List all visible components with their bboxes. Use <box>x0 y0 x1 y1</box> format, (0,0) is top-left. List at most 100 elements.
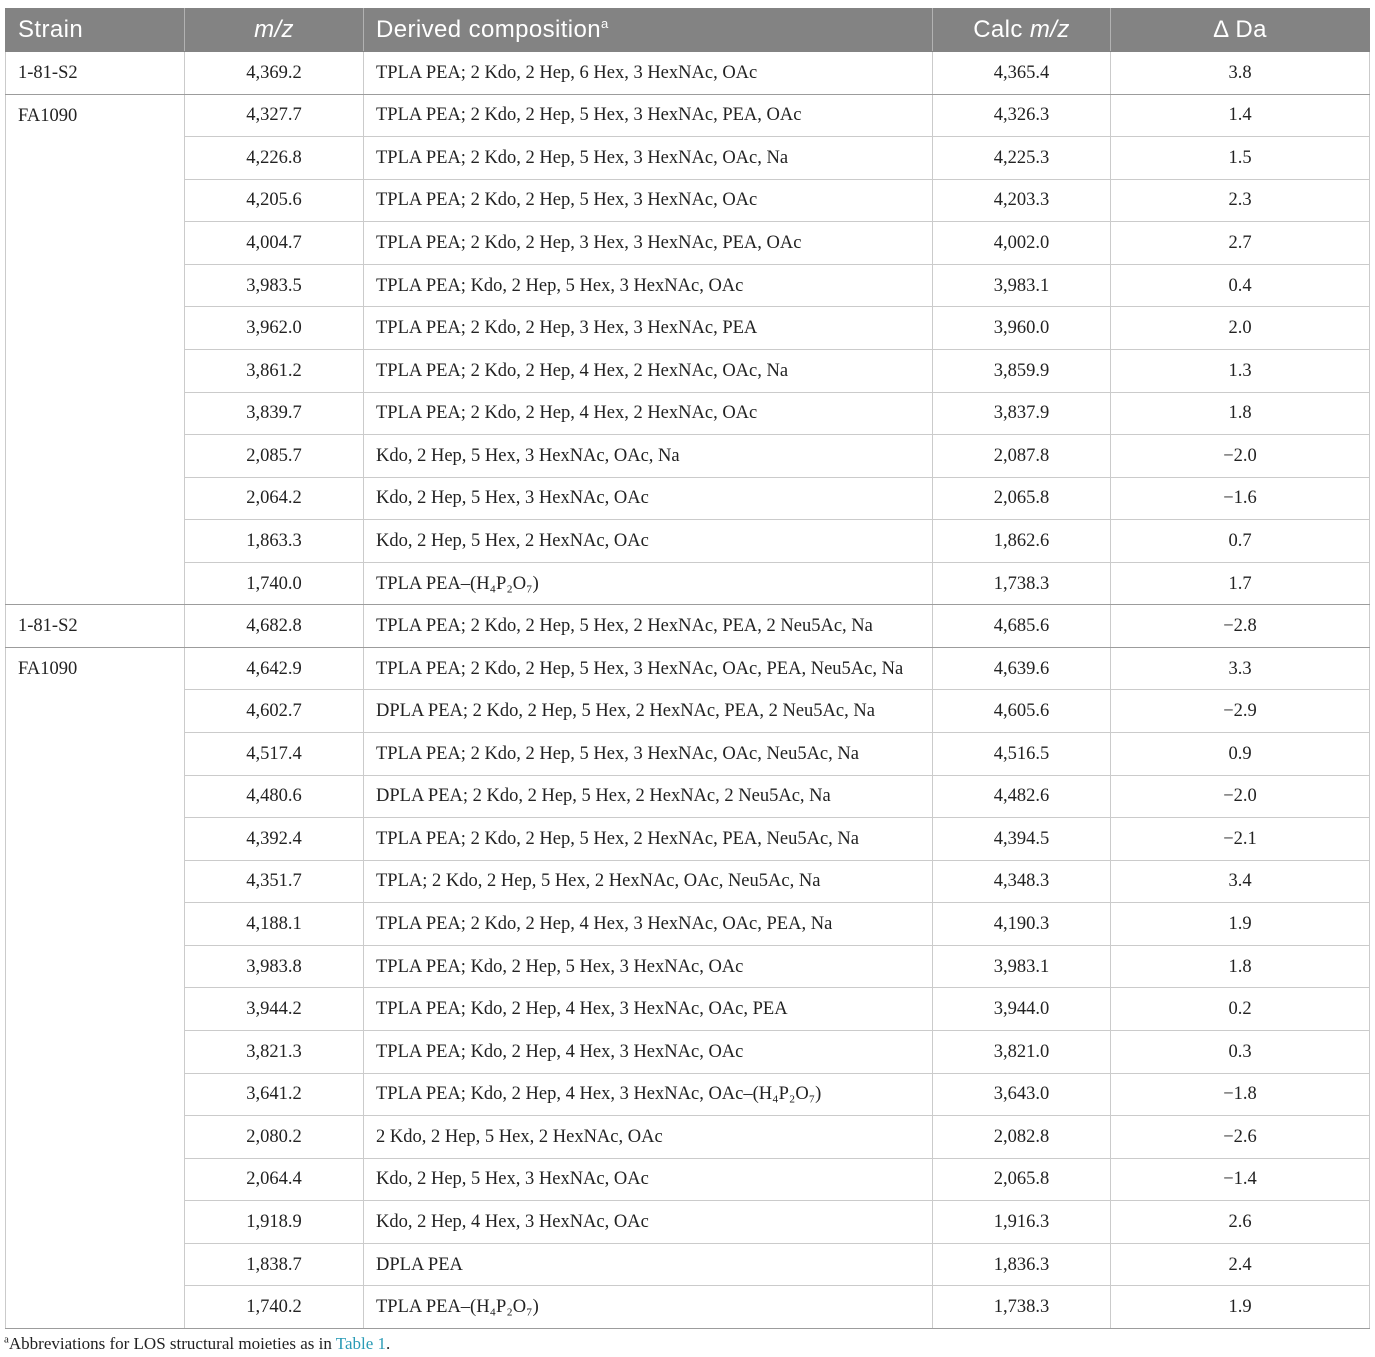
calc-mz-cell: 3,983.1 <box>932 944 1111 989</box>
mz-cell: 3,944.2 <box>184 987 364 1031</box>
header-mz: m/z <box>184 8 364 52</box>
mz-cell: 3,962.0 <box>184 306 364 350</box>
calc-mz-cell: 2,065.8 <box>932 476 1111 521</box>
delta-da-cell: 0.4 <box>1110 263 1370 308</box>
composition-cell: TPLA PEA; 2 Kdo, 2 Hep, 4 Hex, 3 HexNAc,… <box>363 902 933 946</box>
mz-cell: 2,064.4 <box>184 1157 364 1202</box>
table-row: 3,641.2 TPLA PEA; Kdo, 2 Hep, 4 Hex, 3 He… <box>6 1072 1370 1117</box>
table-row: 4,480.6 DPLA PEA; 2 Kdo, 2 Hep, 5 Hex, 2 … <box>6 774 1370 819</box>
composition-cell: TPLA PEA–(H₄P₂O₇) <box>363 561 933 606</box>
delta-da-cell: 0.2 <box>1110 987 1370 1031</box>
delta-da-cell: −1.6 <box>1110 476 1370 521</box>
header-composition-label: Derived composition <box>376 16 602 43</box>
calc-mz-cell: 1,916.3 <box>932 1200 1111 1244</box>
table-row: 4,602.7 DPLA PEA; 2 Kdo, 2 Hep, 5 Hex, 2 … <box>6 689 1370 733</box>
mz-cell: 1,863.3 <box>184 519 364 563</box>
table-row: 3,861.2 TPLA PEA; 2 Kdo, 2 Hep, 4 Hex, 2 … <box>6 348 1370 393</box>
composition-cell: TPLA PEA; 2 Kdo, 2 Hep, 6 Hex, 3 HexNAc,… <box>363 51 933 95</box>
table-row: 2,064.4 Kdo, 2 Hep, 5 Hex, 3 HexNAc, OAc 2… <box>6 1157 1370 1202</box>
calc-mz-cell: 4,326.3 <box>932 93 1111 138</box>
header-composition: Derived compositiona <box>363 8 933 52</box>
mz-cell: 4,188.1 <box>184 902 364 946</box>
delta-da-cell: 1.3 <box>1110 348 1370 393</box>
composition-cell: TPLA PEA; Kdo, 2 Hep, 5 Hex, 3 HexNAc, O… <box>363 263 933 308</box>
calc-mz-cell: 2,082.8 <box>932 1115 1111 1159</box>
table-row: FA1090 4,642.9 TPLA PEA; 2 Kdo, 2 Hep, 5 H… <box>5 646 1370 1329</box>
calc-mz-cell: 1,836.3 <box>932 1242 1111 1287</box>
composition-cell: Kdo, 2 Hep, 5 Hex, 3 HexNAc, OAc <box>363 476 933 521</box>
table-row: 3,821.3 TPLA PEA; Kdo, 2 Hep, 4 Hex, 3 He… <box>6 1029 1370 1074</box>
header-mz-label: m/z <box>254 16 294 43</box>
delta-da-cell: 1.9 <box>1110 1285 1370 1329</box>
delta-da-cell: 1.4 <box>1110 93 1370 138</box>
composition-cell: TPLA PEA; 2 Kdo, 2 Hep, 4 Hex, 2 HexNAc,… <box>363 348 933 393</box>
table-1-link[interactable]: Table 1 <box>336 1334 386 1353</box>
mz-cell: 3,983.5 <box>184 263 364 308</box>
footnote-text: Abbreviations for LOS structural moietie… <box>8 1334 336 1353</box>
delta-da-cell: −2.1 <box>1110 817 1370 861</box>
calc-mz-cell: 4,365.4 <box>932 51 1111 95</box>
mz-cell: 1,740.2 <box>184 1285 364 1329</box>
table-row: 1,863.3 Kdo, 2 Hep, 5 Hex, 2 HexNAc, OAc 1… <box>6 519 1370 563</box>
table-row: 3,983.8 TPLA PEA; Kdo, 2 Hep, 5 Hex, 3 He… <box>6 944 1370 989</box>
composition-cell: TPLA PEA; 2 Kdo, 2 Hep, 5 Hex, 3 HexNAc,… <box>363 646 933 691</box>
delta-da-cell: −1.8 <box>1110 1072 1370 1117</box>
composition-cell: TPLA PEA; Kdo, 2 Hep, 4 Hex, 3 HexNAc, O… <box>363 1072 933 1117</box>
calc-mz-cell: 4,482.6 <box>932 774 1111 819</box>
composition-cell: TPLA PEA; 2 Kdo, 2 Hep, 5 Hex, 3 HexNAc,… <box>363 93 933 138</box>
header-calc-mz: Calc m/z <box>932 8 1111 52</box>
mz-cell: 3,861.2 <box>184 348 364 393</box>
mz-cell: 1,838.7 <box>184 1242 364 1287</box>
header-delta-da-label: Δ Da <box>1213 16 1267 43</box>
delta-da-cell: 2.0 <box>1110 306 1370 350</box>
mz-cell: 2,085.7 <box>184 434 364 478</box>
delta-da-cell: 0.7 <box>1110 519 1370 563</box>
calc-mz-cell: 2,087.8 <box>932 434 1111 478</box>
delta-da-cell: 3.4 <box>1110 859 1370 904</box>
table-row: 3,983.5 TPLA PEA; Kdo, 2 Hep, 5 Hex, 3 He… <box>6 263 1370 308</box>
strain-cell: 1-81-S2 <box>5 604 185 648</box>
mz-cell: 1,918.9 <box>184 1200 364 1244</box>
mz-cell: 2,080.2 <box>184 1115 364 1159</box>
delta-da-cell: −2.0 <box>1110 774 1370 819</box>
composition-cell: TPLA PEA; 2 Kdo, 2 Hep, 5 Hex, 2 HexNAc,… <box>363 604 933 648</box>
delta-da-cell: 1.8 <box>1110 944 1370 989</box>
composition-cell: Kdo, 2 Hep, 5 Hex, 3 HexNAc, OAc <box>363 1157 933 1202</box>
calc-mz-cell: 3,837.9 <box>932 391 1111 436</box>
delta-da-cell: 2.4 <box>1110 1242 1370 1287</box>
mz-cell: 4,682.8 <box>184 604 364 648</box>
calc-mz-cell: 2,065.8 <box>932 1157 1111 1202</box>
calc-mz-cell: 3,643.0 <box>932 1072 1111 1117</box>
table-row: 4,004.7 TPLA PEA; 2 Kdo, 2 Hep, 3 Hex, 3 … <box>6 221 1370 265</box>
header-row: Strain m/z Derived compositiona Calc m/z… <box>5 8 1370 52</box>
table-row: 1,838.7 DPLA PEA 1,836.3 2.4 <box>6 1242 1370 1287</box>
header-calc-prefix: Calc <box>973 16 1023 43</box>
delta-da-cell: −2.8 <box>1110 604 1370 648</box>
header-calc-mz-label: m/z <box>1029 16 1070 43</box>
calc-mz-cell: 4,348.3 <box>932 859 1111 904</box>
composition-cell: Kdo, 2 Hep, 5 Hex, 3 HexNAc, OAc, Na <box>363 434 933 478</box>
delta-da-cell: 0.9 <box>1110 732 1370 776</box>
table-row: 3,839.7 TPLA PEA; 2 Kdo, 2 Hep, 4 Hex, 2 … <box>6 391 1370 436</box>
strain-cell: FA1090 <box>5 93 185 606</box>
composition-cell: TPLA PEA; 2 Kdo, 2 Hep, 3 Hex, 3 HexNAc,… <box>363 221 933 265</box>
table-row: 1-81-S2 4,682.8 TPLA PEA; 2 Kdo, 2 Hep, 5 … <box>5 604 1370 648</box>
delta-da-cell: 0.3 <box>1110 1029 1370 1074</box>
table-row: 4,188.1 TPLA PEA; 2 Kdo, 2 Hep, 4 Hex, 3 … <box>6 902 1370 946</box>
calc-mz-cell: 3,983.1 <box>932 263 1111 308</box>
composition-cell: DPLA PEA <box>363 1242 933 1287</box>
calc-mz-cell: 4,516.5 <box>932 732 1111 776</box>
table-body: 1-81-S2 4,369.2 TPLA PEA; 2 Kdo, 2 Hep, 6 … <box>5 51 1370 1329</box>
composition-cell: TPLA PEA; Kdo, 2 Hep, 5 Hex, 3 HexNAc, O… <box>363 944 933 989</box>
composition-cell: TPLA PEA; 2 Kdo, 2 Hep, 3 Hex, 3 HexNAc,… <box>363 306 933 350</box>
mz-cell: 3,821.3 <box>184 1029 364 1074</box>
mz-cell: 4,602.7 <box>184 689 364 733</box>
calc-mz-cell: 4,002.0 <box>932 221 1111 265</box>
table-row: 3,944.2 TPLA PEA; Kdo, 2 Hep, 4 Hex, 3 He… <box>6 987 1370 1031</box>
delta-da-cell: 1.8 <box>1110 391 1370 436</box>
mz-cell: 2,064.2 <box>184 476 364 521</box>
table-row: 4,351.7 TPLA; 2 Kdo, 2 Hep, 5 Hex, 2 HexN… <box>6 859 1370 904</box>
mz-cell: 4,226.8 <box>184 136 364 180</box>
mz-cell: 4,004.7 <box>184 221 364 265</box>
delta-da-cell: 1.5 <box>1110 136 1370 180</box>
